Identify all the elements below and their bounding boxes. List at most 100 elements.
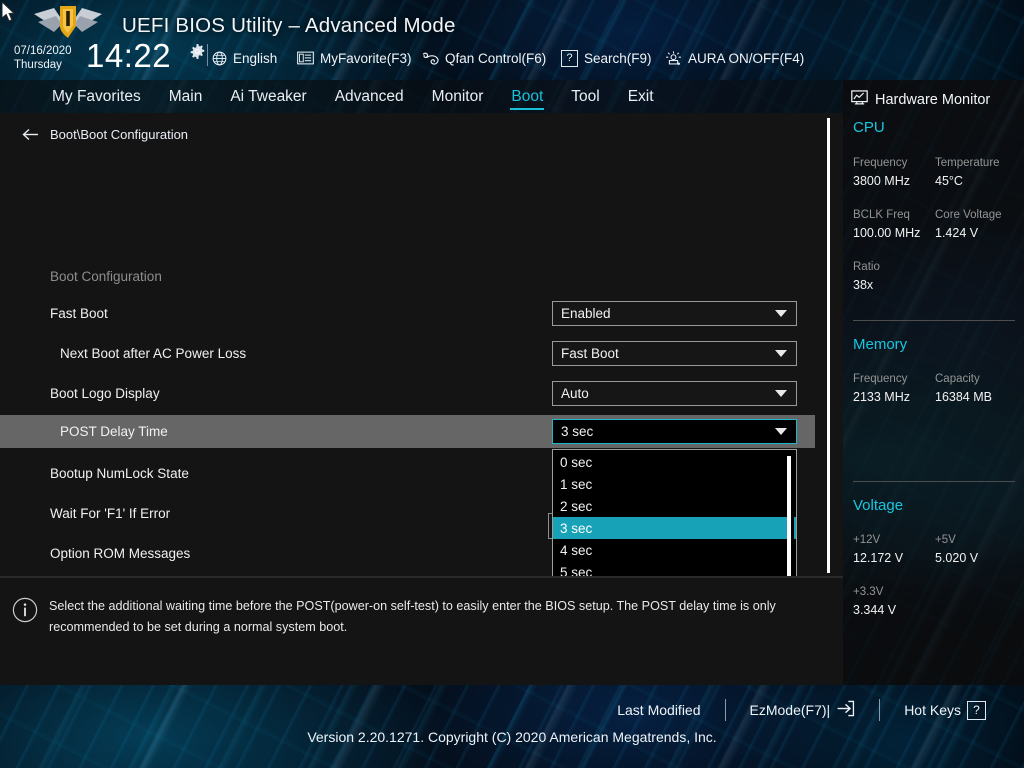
combo-value: Enabled xyxy=(561,306,611,321)
dropdown-option[interactable]: 5 sec xyxy=(553,561,796,577)
dropdown-option[interactable]: 4 sec xyxy=(553,539,796,561)
globe-icon xyxy=(212,51,227,66)
setting-label: Bootup NumLock State xyxy=(50,465,189,481)
hwmon-divider xyxy=(853,320,1015,321)
content-scrollbar[interactable] xyxy=(827,118,830,573)
header-item-search[interactable]: ? Search(F9) xyxy=(561,47,652,69)
hwmon-voltage-5v: +5V 5.020 V xyxy=(935,531,1019,567)
setting-label: Fast Boot xyxy=(50,305,108,321)
hwmon-key: Frequency xyxy=(853,157,908,169)
menu-item-label: Tool xyxy=(571,87,600,105)
exit-arrow-icon xyxy=(836,700,855,720)
hwmon-cpu-ratio: Ratio 38x xyxy=(853,258,937,294)
dropdown-option[interactable]: 1 sec xyxy=(553,473,796,495)
menu-item-tool[interactable]: Tool xyxy=(557,80,613,113)
hardware-monitor-panel: Hardware Monitor CPU Frequency 3800 MHz … xyxy=(843,80,1024,685)
header-item-label: MyFavorite(F3) xyxy=(320,50,412,66)
question-box-icon: ? xyxy=(967,700,986,720)
hwmon-key: +3.3V xyxy=(853,586,884,598)
header-item-english[interactable]: English xyxy=(212,47,277,69)
dropdown-scrollbar-thumb[interactable] xyxy=(787,456,791,576)
date-text: 07/16/2020 xyxy=(14,45,72,57)
gear-icon[interactable] xyxy=(190,44,205,59)
help-text: Select the additional waiting time befor… xyxy=(49,599,776,634)
combo-value: Fast Boot xyxy=(561,346,619,361)
hwmon-value: 3800 MHz xyxy=(853,174,910,188)
hwmon-value: 38x xyxy=(853,278,874,292)
fan-icon xyxy=(420,51,439,66)
hwmon-value: 12.172 V xyxy=(853,551,904,565)
dropdown-option[interactable]: 2 sec xyxy=(553,495,796,517)
monitor-icon xyxy=(851,90,868,109)
menu-item-my-favorites[interactable]: My Favorites xyxy=(38,80,155,113)
combo-value: 3 sec xyxy=(561,424,594,439)
hwmon-section-voltage: Voltage xyxy=(853,497,904,514)
header-item-label: Search(F9) xyxy=(584,50,652,66)
hwmon-key: Frequency xyxy=(853,373,908,385)
dropdown-scrollbar-track[interactable] xyxy=(787,452,794,576)
hwmon-key: +12V xyxy=(853,534,881,546)
chevron-down-icon xyxy=(775,350,787,357)
last-modified-button[interactable]: Last Modified xyxy=(593,702,724,718)
hwmon-value: 5.020 V xyxy=(935,551,979,565)
setting-row-boot-logo-display[interactable]: Boot Logo Display Auto xyxy=(0,376,815,410)
setting-combo-next-boot-after-ac-power-loss[interactable]: Fast Boot xyxy=(552,341,797,366)
hardware-monitor-title-text: Hardware Monitor xyxy=(875,91,991,108)
menu-item-advanced[interactable]: Advanced xyxy=(321,80,418,113)
menu-item-label: Boot xyxy=(511,87,544,105)
dropdown-options-list: 0 sec 1 sec 2 sec 3 sec 4 sec 5 sec 6 se… xyxy=(553,451,796,576)
hwmon-value: 16384 MB xyxy=(935,390,992,404)
hwmon-key: +5V xyxy=(935,534,956,546)
header-item-myfavorite[interactable]: MyFavorite(F3) xyxy=(297,47,412,69)
header-item-qfan[interactable]: Qfan Control(F6) xyxy=(420,47,546,69)
hwmon-voltage-12v: +12V 12.172 V xyxy=(853,531,937,567)
hwmon-value: 2133 MHz xyxy=(853,390,910,404)
hot-keys-button[interactable]: Hot Keys ? xyxy=(880,700,1010,720)
hwmon-key: Temperature xyxy=(935,157,1000,169)
menu-item-ai-tweaker[interactable]: Ai Tweaker xyxy=(216,80,320,113)
setting-row-fast-boot[interactable]: Fast Boot Enabled xyxy=(0,296,815,330)
setting-label: POST Delay Time xyxy=(60,424,168,439)
menu-item-main[interactable]: Main xyxy=(155,80,217,113)
aura-icon xyxy=(665,50,682,66)
info-icon xyxy=(12,597,38,623)
ezmode-label: EzMode(F7)| xyxy=(749,702,831,718)
hwmon-cpu-temperature: Temperature 45°C xyxy=(935,154,1019,190)
hwmon-memory-capacity: Capacity 16384 MB xyxy=(935,370,1019,406)
setting-row-next-boot-after-ac-power-loss[interactable]: Next Boot after AC Power Loss Fast Boot xyxy=(0,336,815,370)
setting-combo-boot-logo-display[interactable]: Auto xyxy=(552,381,797,406)
hwmon-key: BCLK Freq xyxy=(853,209,910,221)
question-box-icon: ? xyxy=(561,49,578,67)
setting-combo-fast-boot[interactable]: Enabled xyxy=(552,301,797,326)
setting-label: Boot Logo Display xyxy=(50,385,160,401)
menu-item-label: Monitor xyxy=(431,87,484,105)
combo-value: Auto xyxy=(561,386,589,401)
dropdown-option[interactable]: 0 sec xyxy=(553,451,796,473)
hwmon-section-memory: Memory xyxy=(853,336,908,353)
list-icon xyxy=(297,51,314,65)
help-panel: Select the additional waiting time befor… xyxy=(0,576,843,685)
setting-label: Option ROM Messages xyxy=(50,545,191,561)
hwmon-value: 45°C xyxy=(935,174,963,188)
footer-bar: Last Modified EzMode(F7)| Hot Keys ? Ver… xyxy=(0,685,1024,768)
post-delay-time-dropdown[interactable]: 0 sec 1 sec 2 sec 3 sec 4 sec 5 sec 6 se… xyxy=(552,449,797,576)
setting-label: Next Boot after AC Power Loss xyxy=(60,345,247,361)
hwmon-cpu-bclk-freq: BCLK Freq 100.00 MHz xyxy=(853,206,937,242)
setting-row-post-delay-time[interactable]: POST Delay Time 3 sec xyxy=(0,415,815,448)
setting-combo-post-delay-time[interactable]: 3 sec xyxy=(552,419,797,444)
header-item-aura[interactable]: AURA ON/OFF(F4) xyxy=(665,47,804,69)
menu-item-label: Advanced xyxy=(334,87,404,105)
ezmode-button[interactable]: EzMode(F7)| xyxy=(726,700,880,720)
hwmon-voltage-33v: +3.3V 3.344 V xyxy=(853,583,937,619)
menu-item-label: My Favorites xyxy=(52,87,141,105)
hot-keys-label: Hot Keys xyxy=(904,702,961,718)
menu-item-boot[interactable]: Boot xyxy=(497,80,557,113)
dropdown-option-selected[interactable]: 3 sec xyxy=(553,517,796,539)
menu-item-exit[interactable]: Exit xyxy=(614,80,668,113)
hwmon-section-cpu: CPU xyxy=(853,119,885,136)
menu-item-label: Exit xyxy=(627,87,654,105)
menu-item-monitor[interactable]: Monitor xyxy=(418,80,498,113)
hwmon-key: Ratio xyxy=(853,261,880,273)
hwmon-memory-frequency: Frequency 2133 MHz xyxy=(853,370,937,406)
weekday-text: Thursday xyxy=(14,59,62,71)
